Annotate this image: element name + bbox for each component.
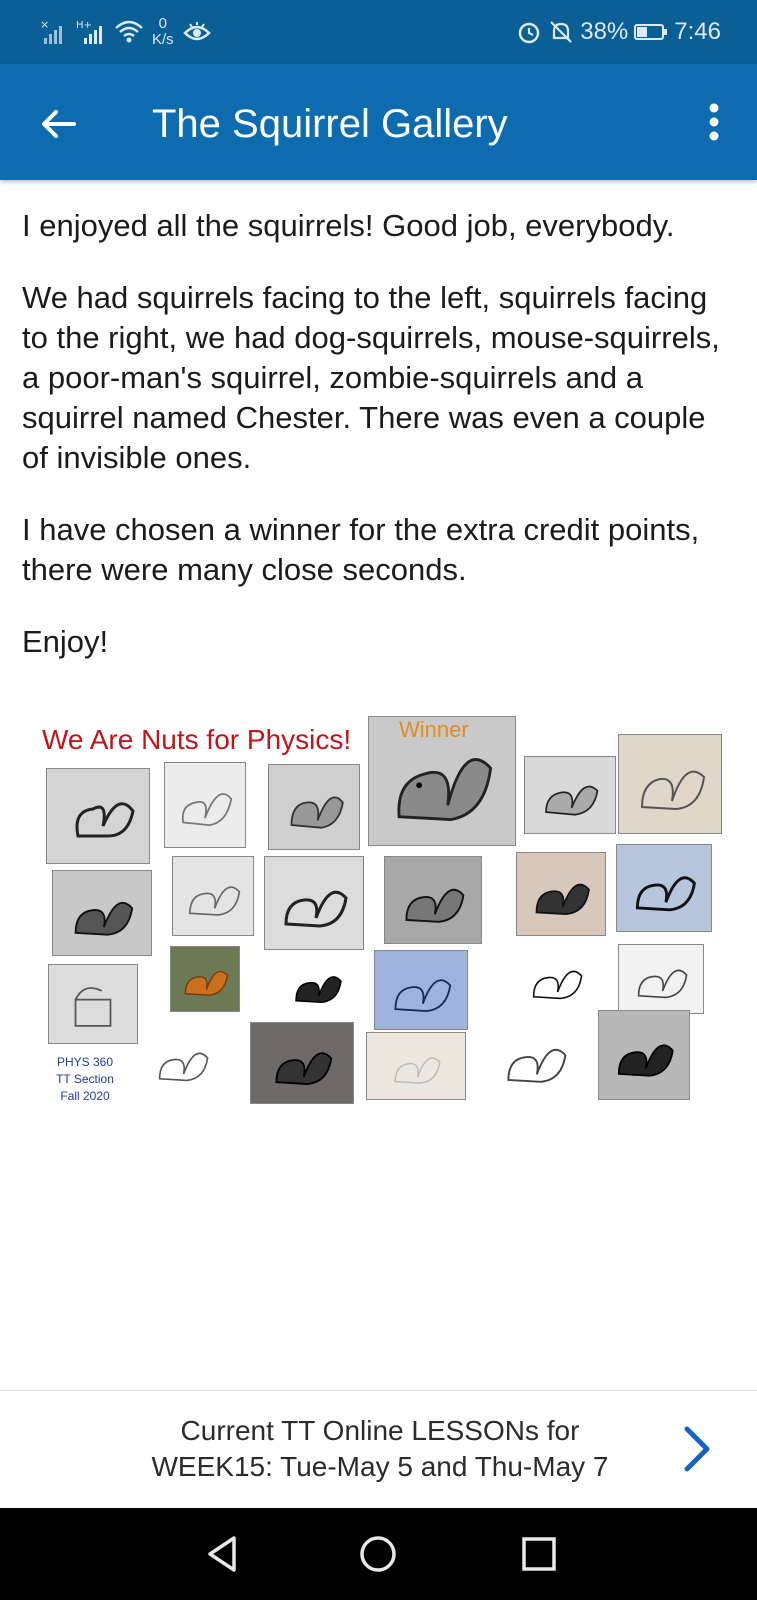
squirrel-drawing	[616, 844, 712, 932]
alarm-icon	[518, 22, 540, 44]
squirrel-drawing	[486, 1016, 584, 1104]
squirrel-drawing	[172, 856, 254, 936]
paragraph-enjoy: Enjoy!	[22, 624, 109, 659]
squirrel-drawing	[268, 764, 360, 850]
app-bar: The Squirrel Gallery	[0, 64, 757, 180]
squirrel-drawing	[366, 1032, 466, 1100]
no-signal-icon: ×	[40, 18, 62, 44]
net-speed: 0 K/s	[152, 16, 174, 48]
collage-title: We Are Nuts for Physics!	[42, 724, 352, 755]
recents-square-icon[interactable]	[515, 1530, 563, 1578]
paragraph-winner: I have chosen a winner for the extra cre…	[22, 512, 700, 587]
status-right: 38% 7:46	[516, 12, 721, 52]
next-lesson-label: Current TT Online LESSONs for WEEK15: Tu…	[120, 1413, 640, 1485]
squirrel-photo	[170, 946, 240, 1012]
caption-course: PHYS 360	[56, 1055, 114, 1069]
paragraph-intro: I enjoyed all the squirrels! Good job, e…	[22, 208, 675, 243]
squirrel-drawing	[250, 1022, 354, 1104]
do-not-disturb-icon	[550, 21, 573, 43]
status-left: × H+ 0 K/s	[40, 12, 212, 52]
net-speed-unit: K/s	[152, 31, 174, 48]
squirrel-drawing	[618, 734, 722, 834]
caption-term: Fall 2020	[60, 1089, 110, 1103]
squirrel-drawing	[142, 1022, 222, 1102]
next-lesson-link[interactable]: Current TT Online LESSONs for WEEK15: Tu…	[0, 1390, 757, 1509]
squirrel-drawing	[52, 870, 152, 956]
squirrel-drawing	[264, 856, 364, 950]
winner-label: Winner	[399, 717, 469, 742]
hplus-signal-icon: H+	[76, 20, 102, 44]
back-triangle-icon[interactable]	[200, 1530, 248, 1578]
chevron-right-icon[interactable]	[677, 1421, 717, 1477]
paragraph-types: We had squirrels facing to the left, squ…	[22, 280, 720, 475]
next-lesson-line1: Current TT Online LESSONs for	[180, 1415, 580, 1446]
squirrel-drawing	[598, 1010, 690, 1100]
eye-icon	[182, 22, 211, 41]
net-speed-value: 0	[158, 15, 168, 32]
next-lesson-line2: WEEK15: Tue-May 5 and Thu-May 7	[151, 1451, 609, 1482]
battery-level-fill	[637, 27, 648, 37]
squirrel-drawing	[516, 852, 606, 936]
svg-text:H+: H+	[76, 20, 92, 31]
announcement-body: I enjoyed all the squirrels! Good job, e…	[22, 206, 737, 694]
home-circle-icon[interactable]	[354, 1530, 402, 1578]
arrow-left-icon[interactable]	[36, 102, 80, 146]
status-bar: × H+ 0 K/s 38% 7:46	[0, 0, 757, 64]
squirrel-drawing	[384, 856, 482, 944]
battery-percent: 38%	[580, 18, 629, 45]
page-title: The Squirrel Gallery	[152, 102, 508, 146]
svg-text:×: ×	[40, 18, 49, 31]
winner-squirrel-drawing: Winner	[368, 716, 516, 846]
squirrel-drawing	[48, 964, 138, 1044]
squirrel-drawing	[514, 946, 598, 1014]
squirrel-drawing	[282, 952, 352, 1018]
caption-section: TT Section	[56, 1072, 114, 1086]
more-vertical-icon[interactable]	[699, 100, 729, 144]
system-nav-bar	[0, 1508, 757, 1600]
wifi-icon	[115, 20, 143, 43]
squirrel-drawing	[618, 944, 704, 1014]
battery-icon	[634, 24, 668, 40]
collage-caption: PHYS 360 TT Section Fall 2020	[50, 1054, 120, 1105]
squirrel-collage-image[interactable]: We Are Nuts for Physics! Winner PHYS 360…	[38, 716, 738, 1116]
squirrel-drawing	[46, 768, 150, 864]
clock: 7:46	[674, 18, 721, 45]
squirrel-drawing	[164, 762, 246, 848]
squirrel-drawing	[524, 756, 616, 834]
squirrel-drawing	[374, 950, 468, 1030]
